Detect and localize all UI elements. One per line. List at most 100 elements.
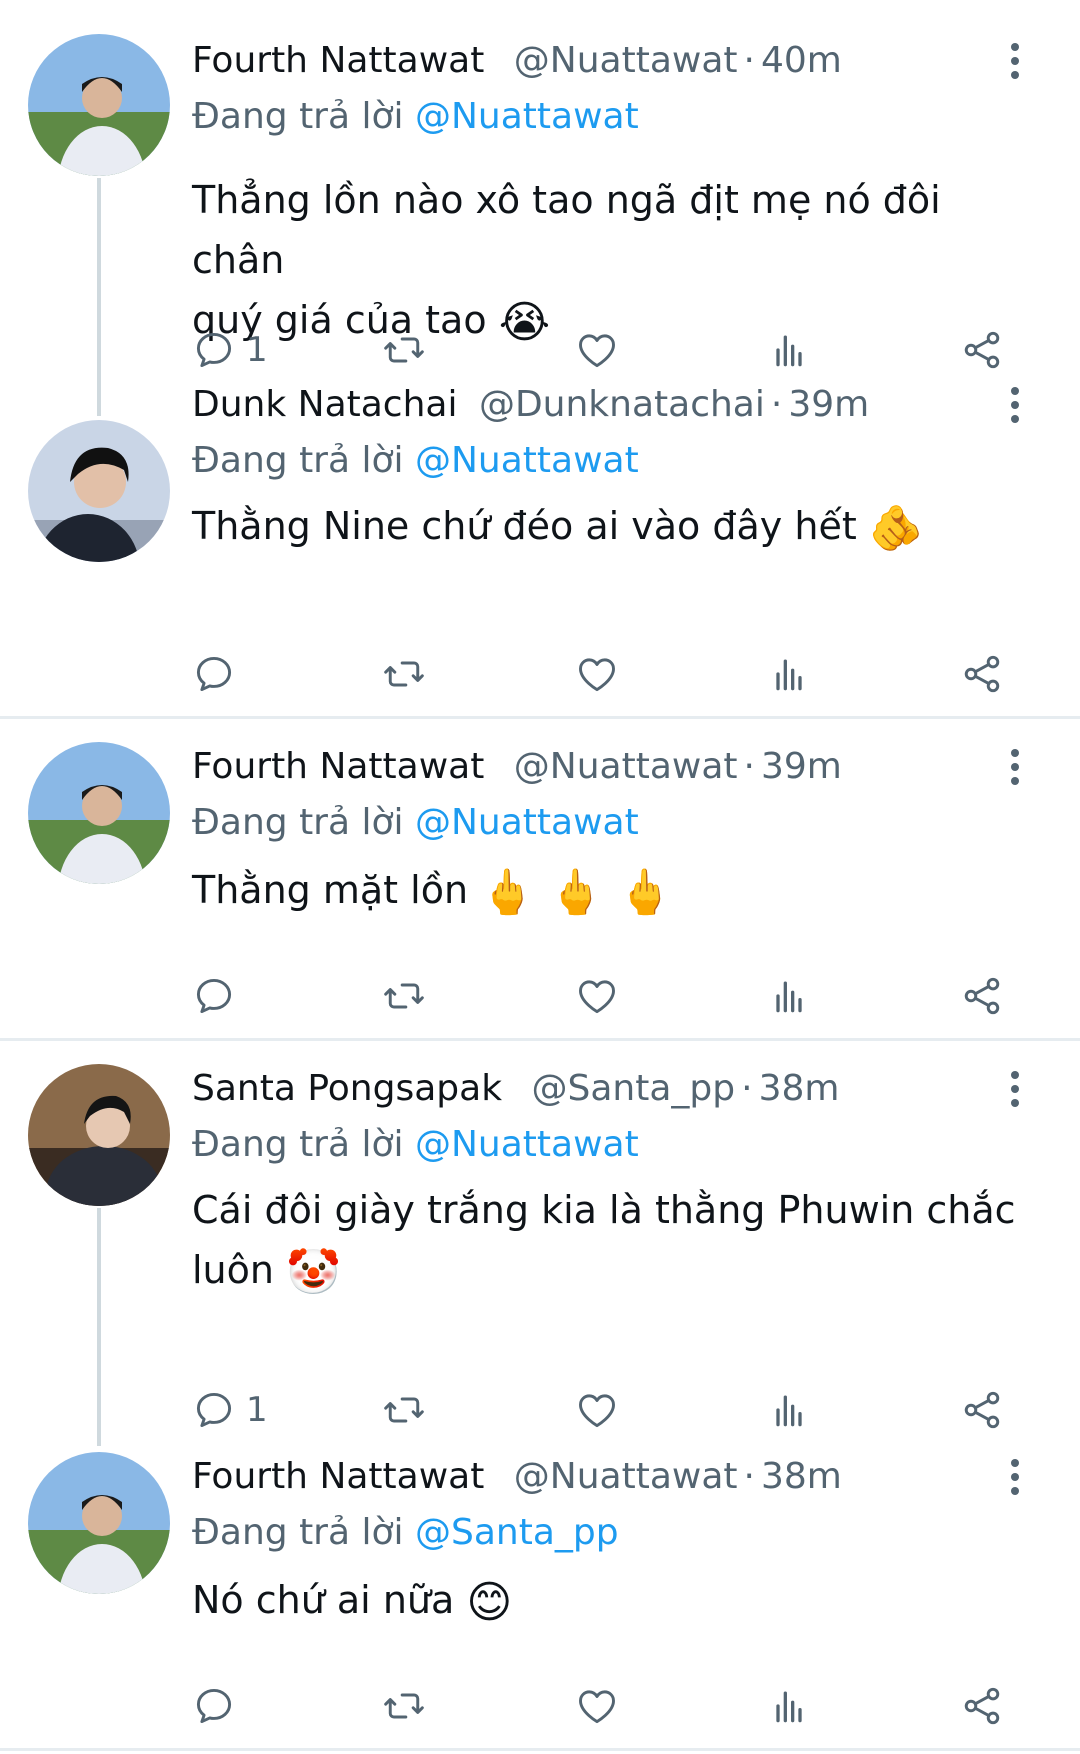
reply-count: 1 bbox=[246, 330, 268, 370]
tweet-actions: 1 bbox=[192, 1382, 1032, 1438]
share-button[interactable] bbox=[960, 322, 1004, 378]
like-button[interactable] bbox=[575, 968, 619, 1024]
retweet-button[interactable] bbox=[382, 1382, 426, 1438]
reply-button[interactable]: 1 bbox=[192, 1382, 268, 1438]
replying-to-mention[interactable]: @Nuattawat bbox=[415, 802, 639, 843]
replying-to-label: Đang trả lời bbox=[192, 1512, 404, 1553]
replying-to-label: Đang trả lời bbox=[192, 440, 404, 481]
retweet-button[interactable] bbox=[382, 1678, 426, 1734]
display-name[interactable]: Fourth Nattawat bbox=[192, 40, 484, 81]
tweet[interactable]: Fourth Nattawat @Nuattawat · 40m Đang trả … bbox=[0, 0, 1080, 410]
views-button[interactable] bbox=[767, 646, 811, 702]
retweet-button[interactable] bbox=[382, 646, 426, 702]
emoji: 😊 bbox=[466, 1577, 513, 1628]
share-button[interactable] bbox=[960, 1678, 1004, 1734]
tweet-header: Dunk Natachai @Dunknatachai · 39m bbox=[192, 380, 1000, 430]
separator-dot: · bbox=[743, 1456, 755, 1497]
share-icon bbox=[964, 1687, 1000, 1725]
views-icon bbox=[776, 981, 802, 1013]
tweet[interactable]: Dunk Natachai @Dunknatachai · 39m Đang trả… bbox=[0, 380, 1080, 720]
tweet-text: Thằng Nine chứ đéo ai vào đây hết 🫵 bbox=[192, 496, 1032, 559]
tweet[interactable]: Fourth Nattawat @Nuattawat · 38m Đang trả … bbox=[0, 1452, 1080, 1752]
views-button[interactable] bbox=[767, 322, 811, 378]
share-button[interactable] bbox=[960, 1382, 1004, 1438]
share-icon bbox=[964, 655, 1000, 693]
heart-icon bbox=[579, 334, 615, 368]
retweet-button[interactable] bbox=[382, 968, 426, 1024]
views-button[interactable] bbox=[767, 968, 811, 1024]
reply-button[interactable] bbox=[192, 646, 246, 702]
reply-button[interactable] bbox=[192, 968, 246, 1024]
more-vertical-icon[interactable] bbox=[1000, 1452, 1030, 1502]
views-icon bbox=[776, 1395, 802, 1427]
reply-count: 1 bbox=[246, 1390, 268, 1430]
views-icon bbox=[776, 1691, 802, 1723]
like-button[interactable] bbox=[575, 322, 619, 378]
timestamp[interactable]: 40m bbox=[761, 40, 842, 81]
replying-to: Đang trả lời @Nuattawat bbox=[192, 1120, 639, 1170]
more-vertical-icon[interactable] bbox=[1000, 742, 1030, 792]
user-handle[interactable]: @Nuattawat bbox=[514, 1456, 738, 1497]
display-name[interactable]: Fourth Nattawat bbox=[192, 746, 484, 787]
retweet-button[interactable] bbox=[382, 322, 426, 378]
display-name[interactable]: Dunk Natachai bbox=[192, 384, 457, 425]
replying-to-mention[interactable]: @Nuattawat bbox=[415, 96, 639, 137]
tweet-divider bbox=[0, 1748, 1080, 1751]
replying-to: Đang trả lời @Nuattawat bbox=[192, 92, 639, 142]
share-icon bbox=[964, 977, 1000, 1015]
more-vertical-icon[interactable] bbox=[1000, 1064, 1030, 1114]
replying-to-mention[interactable]: @Nuattawat bbox=[415, 1124, 639, 1165]
tweet-divider bbox=[0, 716, 1080, 719]
retweet-icon bbox=[384, 1397, 424, 1423]
reply-button[interactable]: 1 bbox=[192, 322, 268, 378]
user-handle[interactable]: @Santa_pp bbox=[532, 1068, 736, 1109]
timestamp[interactable]: 38m bbox=[761, 1456, 842, 1497]
tweet-text: Nó chứ ai nữa 😊 bbox=[192, 1570, 1032, 1633]
emoji: 🤡 bbox=[286, 1247, 341, 1298]
like-button[interactable] bbox=[575, 1382, 619, 1438]
timestamp[interactable]: 38m bbox=[759, 1068, 840, 1109]
like-button[interactable] bbox=[575, 1678, 619, 1734]
timestamp[interactable]: 39m bbox=[761, 746, 842, 787]
tweet-actions bbox=[192, 646, 1032, 702]
tweet-actions bbox=[192, 968, 1032, 1024]
views-icon bbox=[776, 335, 802, 367]
tweet-text: Cái đôi giày trắng kia là thằng Phuwin c… bbox=[192, 1180, 1032, 1303]
reply-button[interactable] bbox=[192, 1678, 246, 1734]
replying-to-label: Đang trả lời bbox=[192, 96, 404, 137]
heart-icon bbox=[579, 658, 615, 692]
user-handle[interactable]: @Nuattawat bbox=[514, 746, 738, 787]
timestamp[interactable]: 39m bbox=[788, 384, 869, 425]
tweet[interactable]: Fourth Nattawat @Nuattawat · 39m Đang trả … bbox=[0, 742, 1080, 1032]
emoji: 🫵 bbox=[868, 503, 924, 554]
retweet-icon bbox=[384, 661, 424, 687]
tweet-text: Thằng mặt lồn 🖕 🖕 🖕 bbox=[192, 860, 1032, 923]
separator-dot: · bbox=[741, 1068, 753, 1109]
replying-to-mention[interactable]: @Nuattawat bbox=[415, 440, 639, 481]
avatar[interactable] bbox=[28, 1452, 170, 1594]
user-handle[interactable]: @Nuattawat bbox=[514, 40, 738, 81]
retweet-icon bbox=[384, 1693, 424, 1719]
like-button[interactable] bbox=[575, 646, 619, 702]
user-handle[interactable]: @Dunknatachai bbox=[479, 384, 765, 425]
replying-to-mention[interactable]: @Santa_pp bbox=[415, 1512, 619, 1553]
avatar[interactable] bbox=[28, 420, 170, 562]
tweet-text-line: Thằng mặt lồn bbox=[192, 868, 469, 912]
avatar-photo bbox=[28, 1452, 170, 1594]
tweet-text-line: Thẳng lồn nào xô tao ngã địt mẹ nó đôi c… bbox=[192, 178, 941, 282]
avatar-photo bbox=[28, 742, 170, 884]
share-button[interactable] bbox=[960, 646, 1004, 702]
share-button[interactable] bbox=[960, 968, 1004, 1024]
display-name[interactable]: Fourth Nattawat bbox=[192, 1456, 484, 1497]
more-vertical-icon[interactable] bbox=[1000, 36, 1030, 86]
avatar[interactable] bbox=[28, 742, 170, 884]
tweet[interactable]: Santa Pongsapak @Santa_pp · 38m Đang trả l… bbox=[0, 1064, 1080, 1444]
reply-feed: Fourth Nattawat @Nuattawat · 40m Đang trả … bbox=[0, 0, 1080, 1754]
more-vertical-icon[interactable] bbox=[1000, 380, 1030, 430]
tweet-text-line: Nó chứ ai nữa bbox=[192, 1578, 455, 1622]
views-button[interactable] bbox=[767, 1678, 811, 1734]
views-button[interactable] bbox=[767, 1382, 811, 1438]
display-name[interactable]: Santa Pongsapak bbox=[192, 1068, 502, 1109]
avatar[interactable] bbox=[28, 34, 170, 176]
avatar[interactable] bbox=[28, 1064, 170, 1206]
